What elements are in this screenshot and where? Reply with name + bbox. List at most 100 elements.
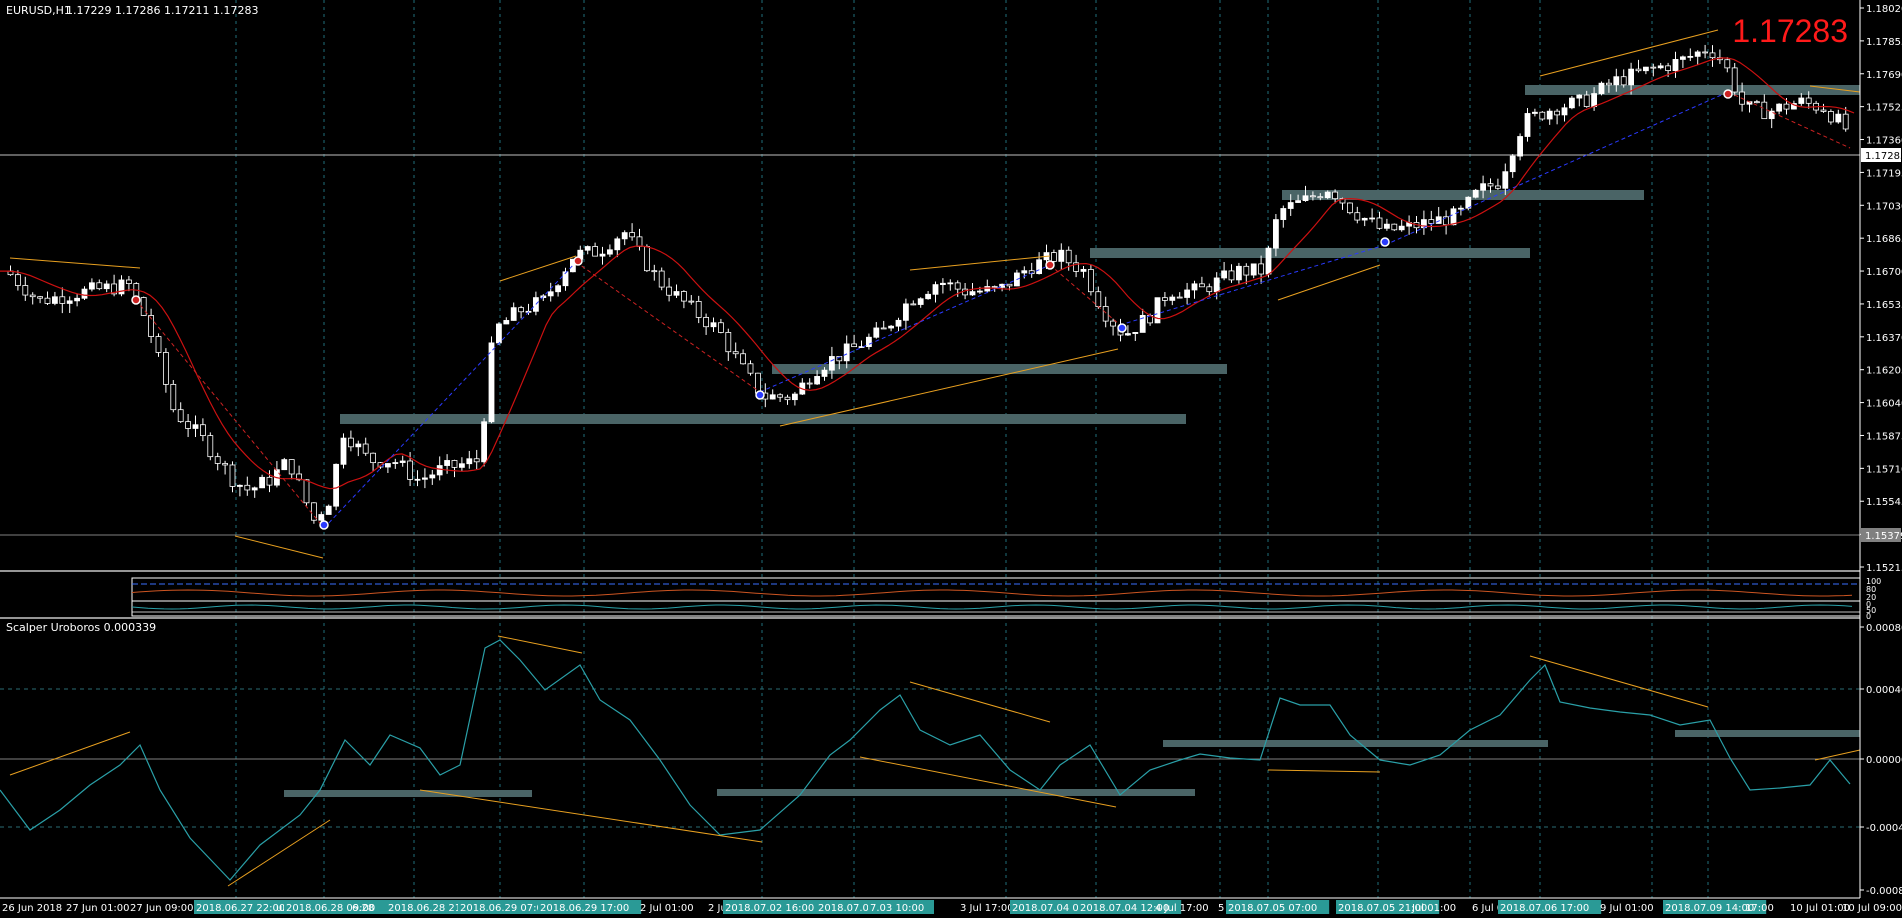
- bear-candle: [1487, 183, 1494, 187]
- price-scale-label: 1.17195: [1866, 168, 1902, 179]
- bull-candle: [1080, 269, 1087, 272]
- bull-candle: [444, 460, 451, 466]
- time-axis-label: 27 Jun 01:00: [66, 903, 130, 914]
- bear-candle: [644, 246, 650, 272]
- big-price-label: 1.17283: [1732, 13, 1848, 49]
- bull-candle: [1694, 51, 1701, 57]
- bull-candle: [1132, 332, 1139, 334]
- price-zone: [772, 364, 1227, 374]
- bull-candle: [340, 437, 347, 465]
- price-scale-label: 1.15545: [1866, 497, 1902, 508]
- bear-candle: [451, 460, 458, 468]
- time-axis-label: 2018.07.06 17:00: [1500, 903, 1589, 914]
- bear-candle: [214, 456, 221, 464]
- bear-candle: [1709, 52, 1716, 59]
- bull-candle: [977, 290, 983, 293]
- bull-candle: [1058, 249, 1065, 262]
- osc-zone: [1163, 740, 1548, 747]
- chart-canvas[interactable]: EURUSD,H1 1.17229 1.17286 1.17211 1.1728…: [0, 0, 1902, 918]
- bear-candle: [725, 332, 732, 353]
- bear-candle: [1243, 265, 1250, 276]
- bull-candle: [1125, 333, 1131, 336]
- price-zone: [340, 414, 1186, 424]
- time-axis-label: 2 Jul 01:00: [640, 903, 694, 914]
- bull-candle: [1598, 82, 1605, 94]
- bull-candle: [1435, 216, 1442, 224]
- bear-candle: [96, 282, 103, 290]
- bull-candle: [1569, 97, 1575, 109]
- time-axis-label: 2018.07.09 14:00: [1665, 903, 1754, 914]
- signal-marker: [755, 390, 765, 400]
- price-scale-label: 1.15215: [1866, 563, 1902, 574]
- bear-candle: [681, 291, 687, 302]
- bull-candle: [895, 319, 902, 327]
- bull-candle: [1221, 270, 1227, 279]
- bear-candle: [199, 424, 206, 437]
- time-axis-label: 2018.07.05 07:00: [1228, 903, 1317, 914]
- price-scale-label: 1.17030: [1866, 201, 1902, 212]
- bear-candle: [1731, 67, 1738, 93]
- bear-candle: [1754, 101, 1760, 104]
- bull-candle: [903, 303, 909, 321]
- bull-candle: [1021, 270, 1028, 274]
- current-price-tag: 1.17283: [1861, 148, 1902, 162]
- bull-candle: [829, 356, 835, 371]
- bear-candle: [1702, 51, 1708, 54]
- bear-candle: [1332, 191, 1338, 200]
- time-axis-label: 26 Jun 2018: [2, 903, 62, 914]
- bear-candle: [14, 274, 21, 286]
- bear-candle: [1176, 296, 1183, 299]
- price-zone: [1090, 248, 1530, 258]
- bear-candle: [1258, 263, 1264, 275]
- time-axis-label: 2018.06.29 07:00: [460, 903, 549, 914]
- time-axis-label: 2018.06.29 17:00: [540, 903, 629, 914]
- bear-candle: [362, 443, 369, 454]
- bull-candle: [1361, 217, 1368, 221]
- bull-candle: [458, 463, 465, 468]
- bull-candle: [1798, 97, 1805, 104]
- bear-candle: [1650, 66, 1657, 69]
- bull-candle: [1480, 183, 1486, 191]
- signal-marker: [573, 256, 583, 266]
- bear-candle: [303, 479, 310, 504]
- osc-scale-label: -0.00040: [1866, 823, 1902, 834]
- bull-candle: [1191, 283, 1198, 291]
- bull-candle: [1776, 103, 1782, 112]
- bear-candle: [851, 343, 857, 348]
- bull-candle: [821, 369, 828, 377]
- ohlc-values: 1.17229 1.17286 1.17211 1.17283: [66, 4, 258, 17]
- signal-marker: [1045, 260, 1055, 270]
- bear-candle: [703, 317, 709, 328]
- bull-candle: [1643, 66, 1649, 72]
- oscillator-title: Scalper Uroboros 0.000339: [6, 621, 156, 634]
- symbol-header: EURUSD,H1: [6, 4, 71, 17]
- bear-candle: [162, 352, 169, 385]
- bull-candle: [562, 271, 569, 287]
- bull-candle: [940, 282, 946, 286]
- bear-candle: [1820, 109, 1827, 112]
- bull-candle: [236, 484, 243, 487]
- bear-candle: [991, 286, 998, 288]
- bear-candle: [629, 232, 635, 238]
- bull-candle: [399, 460, 406, 463]
- hline-price-tag-text: 1.15379: [1865, 531, 1902, 542]
- bull-candle: [1169, 296, 1176, 301]
- bear-candle: [170, 383, 177, 411]
- bull-candle: [1532, 111, 1538, 114]
- bear-candle: [1842, 113, 1849, 130]
- bull-candle: [52, 296, 58, 304]
- bull-candle: [843, 343, 850, 362]
- bull-candle: [66, 300, 73, 304]
- bull-candle: [1687, 55, 1694, 58]
- bear-candle: [666, 286, 672, 296]
- bull-candle: [925, 293, 931, 300]
- time-axis-label: 3 Jul 17:00: [960, 903, 1014, 914]
- bear-candle: [1006, 283, 1013, 287]
- bull-candle: [1835, 113, 1842, 123]
- bear-candle: [651, 270, 658, 273]
- bear-candle: [1310, 195, 1316, 198]
- bull-candle: [769, 394, 776, 400]
- bear-candle: [806, 382, 813, 385]
- bull-candle: [599, 253, 606, 257]
- bear-candle: [1088, 269, 1094, 293]
